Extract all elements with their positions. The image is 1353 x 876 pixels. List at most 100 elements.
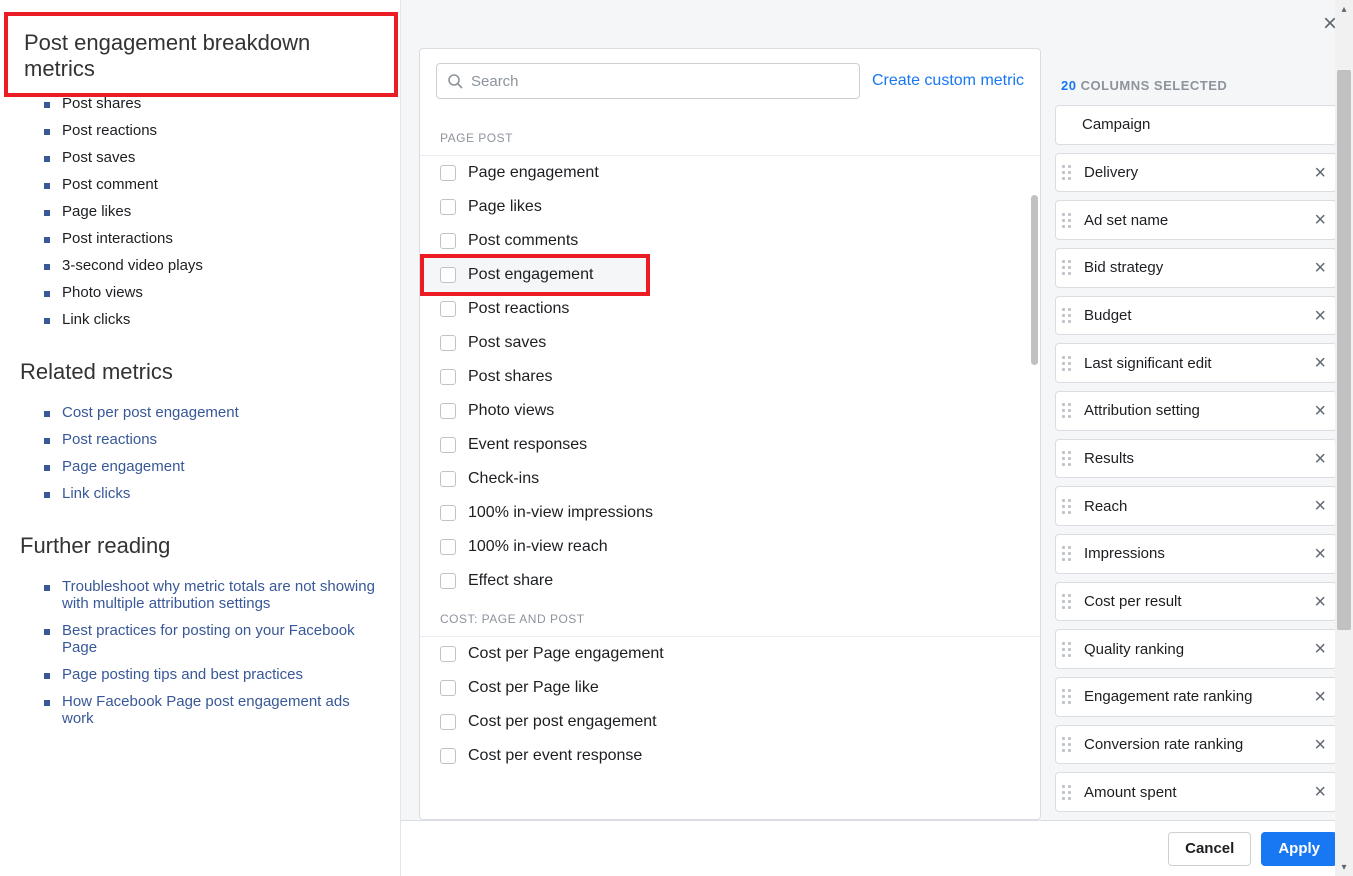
drag-handle-icon[interactable] — [1062, 782, 1076, 802]
checkbox[interactable] — [440, 573, 456, 589]
selected-count: 20 — [1061, 78, 1076, 93]
drag-handle-icon[interactable] — [1062, 592, 1076, 612]
search-input[interactable] — [471, 73, 849, 90]
cancel-button[interactable]: Cancel — [1168, 832, 1251, 866]
metric-item[interactable]: Page engagement — [420, 156, 1040, 190]
checkbox[interactable] — [440, 301, 456, 317]
metric-item[interactable]: Cost per Page engagement — [420, 637, 1040, 671]
metric-label: Post comments — [468, 232, 578, 250]
checkbox[interactable] — [440, 471, 456, 487]
drag-handle-icon[interactable] — [1062, 496, 1076, 516]
selected-column[interactable]: Engagement rate ranking× — [1055, 677, 1337, 717]
related-metric-link[interactable]: Link clicks — [62, 485, 130, 502]
metric-item[interactable]: 100% in-view reach — [420, 530, 1040, 564]
remove-column-icon[interactable]: × — [1312, 163, 1328, 183]
create-custom-metric-link[interactable]: Create custom metric — [872, 72, 1024, 90]
checkbox[interactable] — [440, 437, 456, 453]
selected-column[interactable]: Impressions× — [1055, 534, 1337, 574]
scroll-down-arrow[interactable]: ▾ — [1335, 858, 1353, 876]
checkbox[interactable] — [440, 714, 456, 730]
metric-item[interactable]: Post reactions — [420, 292, 1040, 326]
checkbox[interactable] — [440, 403, 456, 419]
related-metric-link[interactable]: Post reactions — [62, 431, 157, 448]
drag-handle-icon[interactable] — [1062, 687, 1076, 707]
remove-column-icon[interactable]: × — [1312, 544, 1328, 564]
drag-handle-icon[interactable] — [1062, 353, 1076, 373]
metric-item[interactable]: Cost per event response — [420, 739, 1040, 773]
selected-column[interactable]: Ad set name× — [1055, 200, 1337, 240]
metric-item[interactable]: Effect share — [420, 564, 1040, 598]
related-metric-link[interactable]: Cost per post engagement — [62, 404, 239, 421]
related-metric-link[interactable]: Page engagement — [62, 458, 185, 475]
remove-column-icon[interactable]: × — [1312, 449, 1328, 469]
metric-label: Photo views — [468, 402, 554, 420]
checkbox[interactable] — [440, 199, 456, 215]
drag-handle-icon[interactable] — [1062, 735, 1076, 755]
remove-column-icon[interactable]: × — [1312, 687, 1328, 707]
selected-column-label: Delivery — [1084, 164, 1312, 181]
scroll-up-arrow[interactable]: ▴ — [1335, 0, 1353, 18]
remove-column-icon[interactable]: × — [1312, 496, 1328, 516]
scrollbar-thumb[interactable] — [1031, 195, 1038, 365]
selected-column[interactable]: Cost per result× — [1055, 582, 1337, 622]
metric-item[interactable]: 100% in-view impressions — [420, 496, 1040, 530]
selected-column[interactable]: Quality ranking× — [1055, 629, 1337, 669]
remove-column-icon[interactable]: × — [1312, 401, 1328, 421]
drag-handle-icon[interactable] — [1062, 544, 1076, 564]
drag-handle-icon[interactable] — [1062, 163, 1076, 183]
page-scrollbar-thumb[interactable] — [1337, 70, 1351, 630]
checkbox[interactable] — [440, 505, 456, 521]
further-reading-link[interactable]: Best practices for posting on your Faceb… — [62, 622, 355, 656]
remove-column-icon[interactable]: × — [1312, 258, 1328, 278]
checkbox[interactable] — [440, 748, 456, 764]
metric-item[interactable]: Photo views — [420, 394, 1040, 428]
selected-column[interactable]: Amount spent× — [1055, 772, 1337, 812]
metric-item[interactable]: Check-ins — [420, 462, 1040, 496]
drag-handle-icon[interactable] — [1062, 449, 1076, 469]
remove-column-icon[interactable]: × — [1312, 210, 1328, 230]
metric-item[interactable]: Post saves — [420, 326, 1040, 360]
remove-column-icon[interactable]: × — [1312, 353, 1328, 373]
selected-column[interactable]: Results× — [1055, 439, 1337, 479]
metric-item[interactable]: Post comments — [420, 224, 1040, 258]
selected-column[interactable]: Reach× — [1055, 486, 1337, 526]
selected-column[interactable]: Last significant edit× — [1055, 343, 1337, 383]
remove-column-icon[interactable]: × — [1312, 306, 1328, 326]
drag-handle-icon[interactable] — [1062, 639, 1076, 659]
checkbox[interactable] — [440, 646, 456, 662]
metric-item[interactable]: Post shares — [420, 360, 1040, 394]
metric-item[interactable]: Cost per Page like — [420, 671, 1040, 705]
remove-column-icon[interactable]: × — [1312, 639, 1328, 659]
metric-item[interactable]: Cost per post engagement — [420, 705, 1040, 739]
search-box[interactable] — [436, 63, 860, 99]
list-item: Link clicks — [44, 480, 380, 507]
page-scrollbar[interactable]: ▴ ▾ — [1335, 0, 1353, 876]
remove-column-icon[interactable]: × — [1312, 735, 1328, 755]
metric-item[interactable]: Post engagement — [420, 254, 650, 296]
drag-handle-icon[interactable] — [1062, 306, 1076, 326]
selected-column[interactable]: Attribution setting× — [1055, 391, 1337, 431]
checkbox[interactable] — [440, 369, 456, 385]
further-reading-link[interactable]: How Facebook Page post engagement ads wo… — [62, 693, 350, 727]
further-reading-link[interactable]: Page posting tips and best practices — [62, 666, 303, 683]
checkbox[interactable] — [440, 233, 456, 249]
remove-column-icon[interactable]: × — [1312, 782, 1328, 802]
drag-handle-icon[interactable] — [1062, 210, 1076, 230]
checkbox[interactable] — [440, 680, 456, 696]
apply-button[interactable]: Apply — [1261, 832, 1337, 866]
selected-column[interactable]: Budget× — [1055, 296, 1337, 336]
selected-column[interactable]: Bid strategy× — [1055, 248, 1337, 288]
checkbox[interactable] — [440, 165, 456, 181]
remove-column-icon[interactable]: × — [1312, 592, 1328, 612]
further-reading-link[interactable]: Troubleshoot why metric totals are not s… — [62, 578, 375, 612]
selected-column[interactable]: Conversion rate ranking× — [1055, 725, 1337, 765]
checkbox[interactable] — [440, 267, 456, 283]
selected-column[interactable]: Delivery× — [1055, 153, 1337, 193]
metric-item[interactable]: Page likes — [420, 190, 1040, 224]
drag-handle-icon[interactable] — [1062, 401, 1076, 421]
drag-handle-icon[interactable] — [1062, 258, 1076, 278]
checkbox[interactable] — [440, 335, 456, 351]
metric-item[interactable]: Event responses — [420, 428, 1040, 462]
checkbox[interactable] — [440, 539, 456, 555]
metrics-scroll[interactable]: PAGE POSTPage engagementPage likesPost c… — [420, 105, 1040, 819]
